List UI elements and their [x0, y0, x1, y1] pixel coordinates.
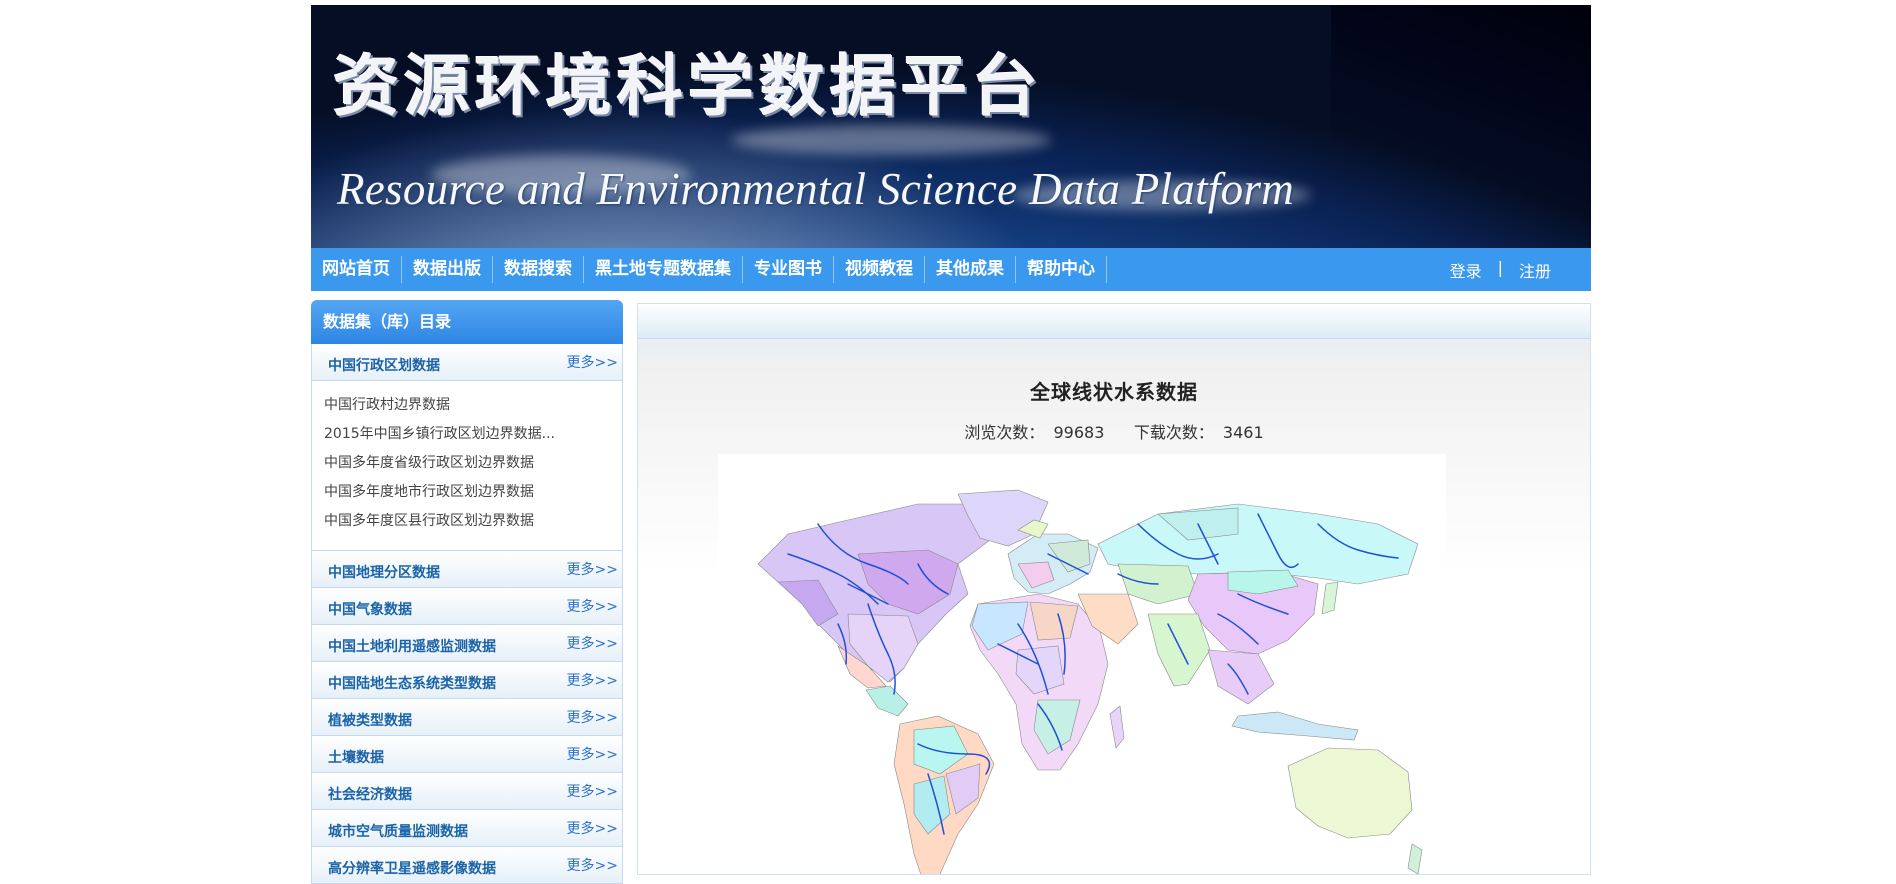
- more-link[interactable]: 更多>>: [567, 855, 618, 875]
- sidebar-title: 数据集（库）目录: [311, 300, 623, 344]
- more-link[interactable]: 更多>>: [567, 781, 618, 801]
- nav-item[interactable]: 数据出版: [402, 256, 493, 283]
- category-label[interactable]: 中国陆地生态系统类型数据: [328, 673, 496, 693]
- category-header[interactable]: 中国气象数据 更多>>: [311, 588, 623, 625]
- main-nav: 网站首页 数据出版 数据搜索 黑土地专题数据集 专业图书 视频教程 其他成果 帮助中心 登录 …: [311, 248, 1591, 291]
- category-header[interactable]: 中国土地利用遥感监测数据 更多>>: [311, 625, 623, 662]
- dataset-link[interactable]: 中国多年度省级行政区划边界数据: [324, 449, 622, 478]
- dataset-title: 全球线状水系数据: [1030, 380, 1198, 404]
- category-list: 中国地理分区数据 更多>> 中国气象数据 更多>> 中国土地利用遥感监测数据 更多>> 中国…: [311, 551, 623, 884]
- more-link[interactable]: 更多>>: [567, 744, 618, 764]
- nav-item[interactable]: 网站首页: [311, 256, 402, 283]
- category-label[interactable]: 社会经济数据: [328, 784, 412, 804]
- category-header[interactable]: 社会经济数据 更多>>: [311, 773, 623, 810]
- page-wrapper: 资源环境科学数据平台 Resource and Environmental Sc…: [311, 5, 1591, 884]
- more-link[interactable]: 更多>>: [567, 707, 618, 727]
- more-link[interactable]: 更多>>: [567, 633, 618, 653]
- category-header[interactable]: 中国陆地生态系统类型数据 更多>>: [311, 662, 623, 699]
- nav-item[interactable]: 专业图书: [743, 256, 834, 283]
- nav-item[interactable]: 数据搜索: [493, 256, 584, 283]
- more-link[interactable]: 更多>>: [567, 559, 618, 579]
- site-title-cn: 资源环境科学数据平台: [333, 47, 1043, 125]
- login-link[interactable]: 登录: [1450, 258, 1482, 282]
- category-label[interactable]: 植被类型数据: [328, 710, 412, 730]
- category-label[interactable]: 中国气象数据: [328, 599, 412, 619]
- nav-list: 网站首页 数据出版 数据搜索 黑土地专题数据集 专业图书 视频教程 其他成果 帮助中心: [311, 248, 1107, 291]
- category-header[interactable]: 中国行政区划数据 更多>>: [311, 344, 623, 381]
- dataset-detail-panel: 全球线状水系数据 浏览次数： 99683 下载次数： 3461: [637, 303, 1591, 875]
- category-header[interactable]: 城市空气质量监测数据 更多>>: [311, 810, 623, 847]
- category-header[interactable]: 植被类型数据 更多>>: [311, 699, 623, 736]
- space-shading: [1331, 5, 1591, 248]
- panel-header-bar: [638, 304, 1590, 339]
- more-link[interactable]: 更多>>: [567, 596, 618, 616]
- more-link[interactable]: 更多>>: [567, 818, 618, 838]
- dataset-stats: 浏览次数： 99683 下载次数： 3461: [638, 419, 1590, 443]
- views-label: 浏览次数：: [964, 423, 1045, 442]
- category-label[interactable]: 中国行政区划数据: [328, 355, 440, 375]
- more-link[interactable]: 更多>>: [567, 352, 618, 372]
- category-label[interactable]: 高分辨率卫星遥感影像数据: [328, 858, 496, 878]
- category-label[interactable]: 土壤数据: [328, 747, 384, 767]
- nav-item[interactable]: 视频教程: [834, 256, 925, 283]
- nav-item[interactable]: 黑土地专题数据集: [584, 256, 743, 283]
- category-header[interactable]: 中国地理分区数据 更多>>: [311, 551, 623, 588]
- site-banner: 资源环境科学数据平台 Resource and Environmental Sc…: [311, 5, 1591, 248]
- category-label[interactable]: 中国土地利用遥感监测数据: [328, 636, 496, 656]
- cloud-decoration: [731, 125, 1051, 155]
- world-map-image: [757, 489, 1423, 874]
- country-polygons: [757, 489, 1423, 874]
- auth-separator: |: [1497, 258, 1503, 277]
- downloads-count: 3461: [1222, 423, 1264, 442]
- downloads-label: 下载次数：: [1133, 423, 1214, 442]
- dataset-link[interactable]: 中国行政村边界数据: [324, 391, 622, 420]
- more-link[interactable]: 更多>>: [567, 670, 618, 690]
- category-label[interactable]: 中国地理分区数据: [328, 562, 440, 582]
- register-link[interactable]: 注册: [1519, 258, 1551, 282]
- nav-item[interactable]: 其他成果: [925, 256, 1016, 283]
- dataset-link[interactable]: 中国多年度地市行政区划边界数据: [324, 478, 622, 507]
- views-count: 99683: [1053, 423, 1105, 442]
- dataset-link[interactable]: 2015年中国乡镇行政区划边界数据...: [324, 420, 622, 449]
- category-item-list: 中国行政村边界数据 2015年中国乡镇行政区划边界数据... 中国多年度省级行政区划…: [311, 381, 623, 551]
- dataset-link[interactable]: 中国多年度区县行政区划边界数据: [324, 507, 622, 536]
- category-header[interactable]: 高分辨率卫星遥感影像数据 更多>>: [311, 847, 623, 884]
- category-header[interactable]: 土壤数据 更多>>: [311, 736, 623, 773]
- auth-links: 登录 | 注册: [1450, 258, 1551, 282]
- nav-item[interactable]: 帮助中心: [1016, 256, 1107, 283]
- catalog-sidebar: 数据集（库）目录 中国行政区划数据 更多>> 中国行政村边界数据 2015年中国乡…: [311, 300, 623, 884]
- site-title-en: Resource and Environmental Science Data …: [337, 164, 1295, 214]
- category-label[interactable]: 城市空气质量监测数据: [328, 821, 468, 841]
- dataset-preview-map: [718, 454, 1446, 874]
